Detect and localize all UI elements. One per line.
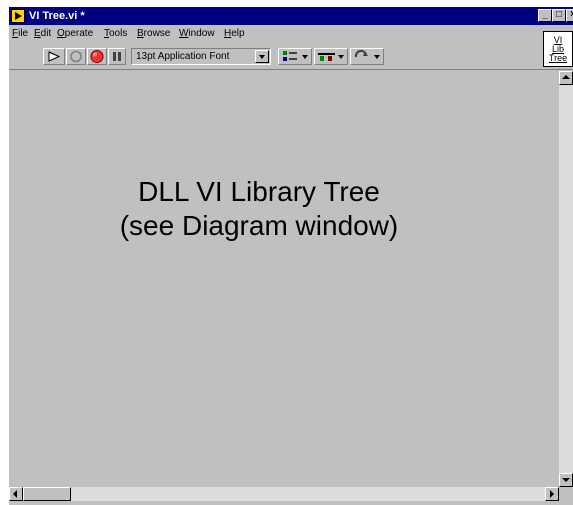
- distribute-objects-button[interactable]: [314, 48, 348, 65]
- abort-icon: [90, 50, 104, 63]
- text-settings-ring[interactable]: 13pt Application Font: [131, 48, 271, 65]
- title-bar[interactable]: VI Tree.vi * _ □ ×: [9, 7, 573, 25]
- font-ring-label: 13pt Application Font: [136, 51, 230, 62]
- menu-help[interactable]: Help: [224, 26, 245, 42]
- align-objects-icon: [283, 51, 308, 61]
- vi-icon-line-3: Tree: [548, 53, 568, 63]
- distribute-objects-icon: [318, 53, 344, 61]
- scroll-left-button[interactable]: [9, 487, 23, 501]
- pause-button[interactable]: [108, 48, 126, 65]
- menu-operate[interactable]: Operate: [57, 26, 93, 42]
- chevron-down-icon[interactable]: [255, 50, 269, 63]
- labview-vi-icon[interactable]: [11, 9, 25, 23]
- reorder-icon: [354, 49, 380, 59]
- vi-front-panel-window: VI Tree.vi * _ □ × File Edit Operate Too…: [9, 7, 573, 505]
- horizontal-scroll-thumb[interactable]: [23, 487, 71, 501]
- resize-grip[interactable]: [559, 487, 573, 501]
- maximize-button[interactable]: □: [552, 9, 566, 22]
- toolbar: 13pt Application Font: [9, 43, 539, 69]
- run-arrow-icon: [48, 51, 61, 62]
- menu-edit[interactable]: Edit: [34, 26, 51, 42]
- run-continuously-icon: [70, 50, 82, 63]
- minimize-button[interactable]: _: [538, 9, 552, 22]
- front-panel[interactable]: DLL VI Library Tree (see Diagram window): [9, 71, 559, 487]
- toolbar-separator: [9, 69, 573, 70]
- panel-label: DLL VI Library Tree (see Diagram window): [9, 175, 509, 243]
- horizontal-scrollbar[interactable]: [9, 487, 559, 501]
- menu-tools[interactable]: Tools: [104, 26, 127, 42]
- menu-browse[interactable]: Browse: [137, 26, 170, 42]
- menu-file[interactable]: File: [12, 26, 28, 42]
- reorder-button[interactable]: [350, 48, 384, 65]
- menu-window[interactable]: Window: [179, 26, 215, 42]
- window-title: VI Tree.vi *: [29, 10, 85, 22]
- scroll-down-button[interactable]: [559, 473, 573, 487]
- pause-icon: [113, 52, 121, 61]
- vertical-scrollbar[interactable]: [559, 71, 573, 487]
- run-button[interactable]: [43, 48, 65, 65]
- panel-label-line-2: (see Diagram window): [119, 210, 399, 241]
- abort-execution-button[interactable]: [87, 48, 107, 65]
- scroll-right-button[interactable]: [545, 487, 559, 501]
- close-button[interactable]: ×: [566, 9, 573, 22]
- align-objects-button[interactable]: [278, 48, 312, 65]
- scroll-up-button[interactable]: [559, 71, 573, 85]
- menu-bar: File Edit Operate Tools Browse Window He…: [9, 26, 539, 42]
- run-continuously-button[interactable]: [66, 48, 86, 65]
- vi-connector-icon[interactable]: VI Lib Tree: [543, 31, 573, 67]
- panel-label-line-1: DLL VI Library Tree: [138, 176, 380, 207]
